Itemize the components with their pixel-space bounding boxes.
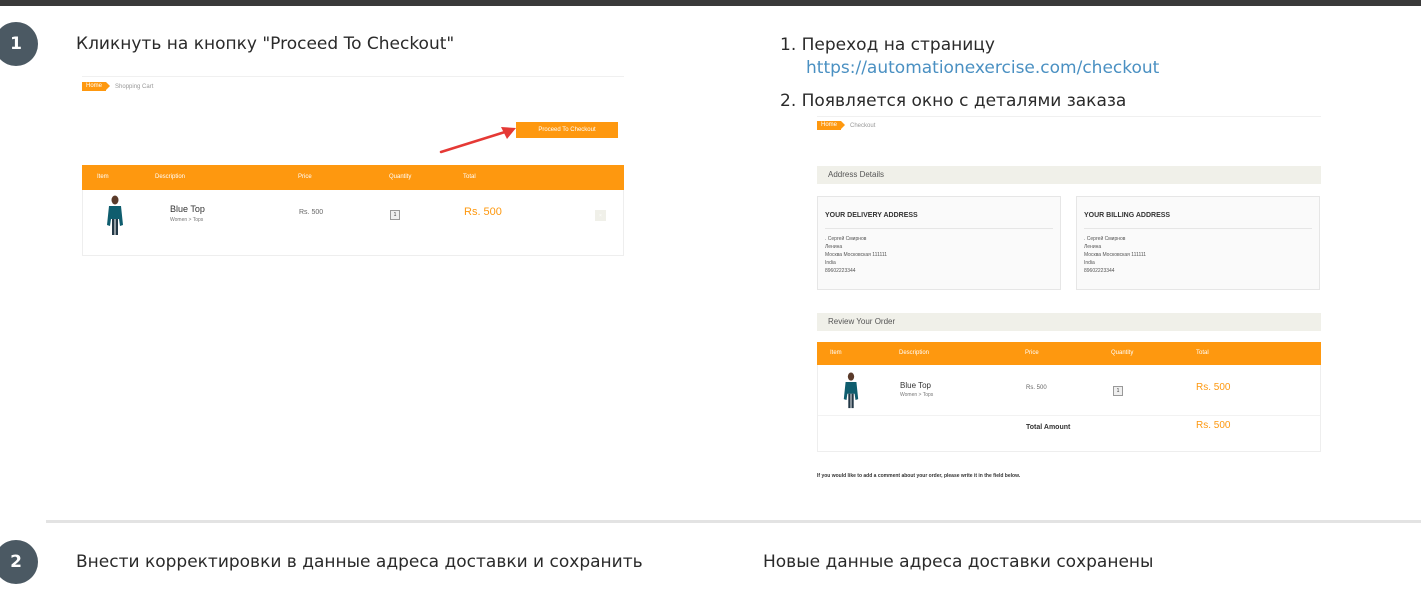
delivery-address-box: YOUR DELIVERY ADDRESS . Сергей Смирнов Л… — [817, 196, 1061, 290]
product-name[interactable]: Blue Top — [900, 381, 931, 390]
proceed-to-checkout-button[interactable]: Proceed To Checkout — [516, 122, 618, 138]
address-line: Москва Московская 111111 — [1084, 252, 1147, 258]
col-price: Price — [1025, 350, 1039, 356]
address-line: India — [825, 260, 836, 266]
col-item: Item — [830, 350, 842, 356]
red-arrow-icon — [439, 127, 516, 154]
product-name[interactable]: Blue Top — [170, 204, 205, 214]
col-total: Total — [463, 174, 476, 180]
blue-top-product-image[interactable] — [105, 195, 125, 237]
address-line: 89602223344 — [825, 268, 856, 274]
cart-table: Item Description Price Quantity Total Bl… — [82, 165, 624, 256]
delivery-address-lines: . Сергей Смирнов Ленина Москва Московска… — [825, 235, 887, 275]
address-line: . Сергей Смирнов — [825, 236, 867, 242]
product-price: Rs. 500 — [299, 209, 324, 216]
address-line: Москва Московская 111111 — [825, 252, 888, 258]
breadcrumb-current: Checkout — [850, 122, 876, 129]
total-amount-value: Rs. 500 — [1196, 420, 1231, 431]
col-quantity: Quantity — [389, 174, 412, 180]
checkout-top-line — [817, 116, 1321, 117]
row-total: Rs. 500 — [464, 206, 502, 218]
order-table: Item Description Price Quantity Total Bl… — [817, 342, 1321, 452]
delete-icon[interactable]: × — [595, 210, 606, 221]
result-item-1: 1. Переход на страницу — [780, 35, 995, 55]
billing-address-lines: . Сергей Смирнов Ленина Москва Московска… — [1084, 235, 1146, 275]
step-2-expected-result: Новые данные адреса доставки сохранены — [763, 552, 1154, 572]
breadcrumb: Home Checkout — [817, 121, 875, 130]
result-item-2: 2. Появляется окно с деталями заказа — [780, 91, 1127, 111]
address-line: Ленина — [825, 244, 843, 250]
step-1-expected-results: 1. Переход на страницу https://automatio… — [780, 34, 1159, 113]
address-line: Ленина — [1084, 244, 1102, 250]
step-number-badge: 2 — [0, 540, 38, 584]
order-table-header: Item Description Price Quantity Total — [817, 342, 1321, 365]
billing-address-box: YOUR BILLING ADDRESS . Сергей Смирнов Ле… — [1076, 196, 1320, 290]
order-comment-note: If you would like to add a comment about… — [817, 473, 1021, 479]
step-number-badge: 1 — [0, 22, 38, 66]
delivery-address-divider — [825, 228, 1053, 229]
delivery-address-title: YOUR DELIVERY ADDRESS — [825, 212, 918, 219]
cart-top-line — [82, 76, 624, 77]
address-line: 89602223344 — [1084, 268, 1115, 274]
col-item: Item — [97, 174, 109, 180]
shopping-cart-screenshot: Home Shopping Cart Proceed To Checkout I… — [82, 76, 624, 256]
col-price: Price — [298, 174, 312, 180]
review-order-heading: Review Your Order — [817, 313, 1321, 331]
address-details-heading: Address Details — [817, 166, 1321, 184]
step-1-action-text: Кликнуть на кнопку "Proceed To Checkout" — [76, 34, 455, 54]
checkout-link[interactable]: https://automationexercise.com/checkout — [780, 57, 1159, 80]
billing-address-title: YOUR BILLING ADDRESS — [1084, 212, 1171, 219]
billing-address-divider — [1084, 228, 1312, 229]
product-category: Women > Tops — [170, 217, 204, 223]
blue-top-product-image[interactable] — [842, 372, 860, 410]
quantity-box: 1 — [1113, 386, 1123, 396]
product-price: Rs. 500 — [1026, 385, 1047, 391]
breadcrumb-home[interactable]: Home — [817, 121, 846, 130]
col-quantity: Quantity — [1111, 350, 1134, 356]
top-divider — [0, 0, 1421, 6]
address-line: India — [1084, 260, 1095, 266]
product-category: Women > Tops — [900, 392, 934, 398]
step-2-action-text: Внести корректировки в данные адреса дос… — [76, 552, 643, 572]
breadcrumb-home[interactable]: Home — [82, 82, 111, 91]
checkout-screenshot: Home Checkout Address Details YOUR DELIV… — [817, 116, 1321, 488]
quantity-box[interactable]: 1 — [390, 210, 400, 220]
col-description: Description — [155, 174, 186, 180]
step-divider — [46, 520, 1421, 523]
cart-table-header: Item Description Price Quantity Total — [82, 165, 624, 190]
col-total: Total — [1196, 350, 1209, 356]
col-description: Description — [899, 350, 930, 356]
breadcrumb: Home Shopping Cart — [82, 82, 153, 91]
breadcrumb-current: Shopping Cart — [115, 83, 154, 90]
address-line: . Сергей Смирнов — [1084, 236, 1126, 242]
row-total: Rs. 500 — [1196, 382, 1231, 393]
total-amount-label: Total Amount — [1026, 424, 1071, 431]
order-row-divider — [818, 415, 1320, 416]
